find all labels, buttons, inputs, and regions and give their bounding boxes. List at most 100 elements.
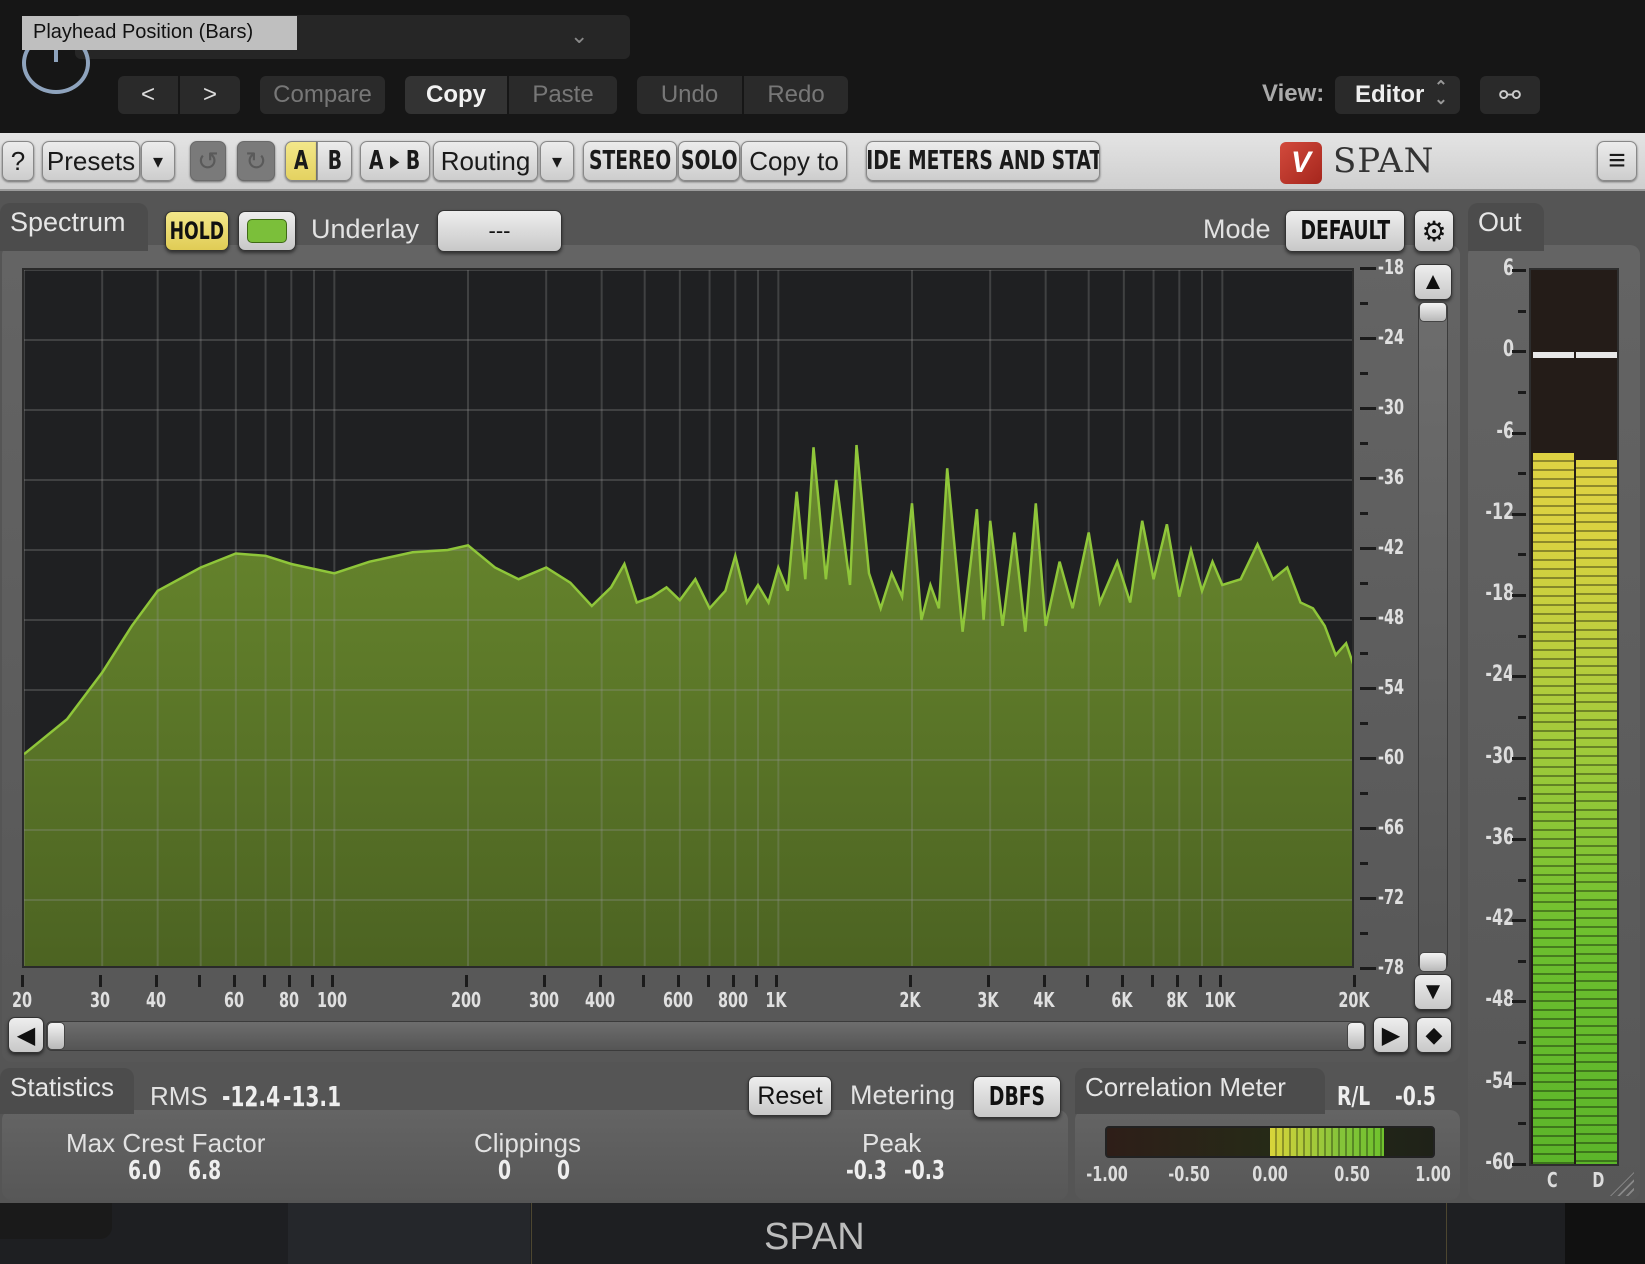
x-tick-mark bbox=[543, 975, 547, 987]
copy-to-button[interactable]: Copy to bbox=[741, 141, 847, 181]
undo-icon[interactable]: ↺ bbox=[190, 141, 226, 181]
out-meter bbox=[1529, 268, 1619, 1166]
peak-value-left: -0.3 bbox=[846, 1156, 887, 1186]
scroll-down-button[interactable]: ▼ bbox=[1414, 974, 1452, 1010]
x-tick-mark bbox=[775, 975, 779, 987]
routing-dropdown-button[interactable]: ▾ bbox=[540, 141, 574, 181]
x-tick-label: 80 bbox=[279, 988, 300, 1012]
redo-button[interactable]: Redo bbox=[744, 76, 848, 114]
mode-selector[interactable]: DEFAULT bbox=[1285, 210, 1405, 252]
out-tab[interactable]: Out bbox=[1468, 203, 1544, 251]
reset-view-button[interactable]: ◆ bbox=[1416, 1017, 1452, 1053]
vertical-scrollbar[interactable] bbox=[1418, 302, 1448, 970]
host-footer-strip bbox=[288, 1203, 530, 1264]
rms-label: RMS bbox=[150, 1081, 208, 1111]
peak-label: Peak bbox=[862, 1128, 922, 1158]
meter-channel-left bbox=[1533, 452, 1574, 1164]
rms-value-left: -12.4 bbox=[222, 1080, 281, 1113]
correlation-tab[interactable]: Correlation Meter bbox=[1075, 1068, 1325, 1114]
out-tick-label: 6 bbox=[1502, 256, 1514, 281]
statistics-tab[interactable]: Statistics bbox=[0, 1068, 134, 1114]
peak-hold-left bbox=[1533, 352, 1574, 359]
out-tick-label: -24 bbox=[1485, 662, 1514, 688]
out-tick-label: -36 bbox=[1485, 824, 1514, 850]
x-tick-mark bbox=[987, 975, 991, 987]
y-minor-tick bbox=[1360, 442, 1368, 445]
hide-meters-button[interactable]: HIDE METERS AND STATS bbox=[866, 141, 1100, 181]
out-tick-mark bbox=[1512, 350, 1526, 354]
y-tick-label: -24 bbox=[1378, 325, 1405, 349]
spectrum-color-swatch[interactable] bbox=[238, 211, 296, 251]
x-tick-label: 6K bbox=[1111, 988, 1133, 1012]
channel-label-right: D bbox=[1592, 1168, 1605, 1192]
x-tick-label: 60 bbox=[223, 988, 244, 1012]
correlation-tick-label: 1.00 bbox=[1415, 1162, 1451, 1186]
out-tick-label: -6 bbox=[1496, 418, 1514, 444]
host-divider-right bbox=[1446, 1203, 1447, 1264]
metering-selector[interactable]: DBFS bbox=[973, 1076, 1061, 1118]
chevron-down-icon: ⌄ bbox=[570, 23, 589, 48]
crest-factor-label: Max Crest Factor bbox=[66, 1128, 266, 1158]
paste-button[interactable]: Paste bbox=[509, 76, 617, 114]
out-tick-mark bbox=[1512, 675, 1526, 679]
x-tick-label: 1K bbox=[765, 988, 787, 1012]
view-label: View: bbox=[1262, 80, 1325, 107]
y-tick-label: -42 bbox=[1378, 535, 1405, 559]
menu-icon[interactable]: ≡ bbox=[1597, 141, 1637, 181]
tooltip: Playhead Position (Bars) bbox=[22, 16, 297, 50]
reset-button[interactable]: Reset bbox=[748, 1076, 832, 1116]
scroll-right-button[interactable]: ▶ bbox=[1373, 1017, 1409, 1053]
out-tick-label: 0 bbox=[1502, 337, 1514, 363]
vertical-range-top-handle[interactable] bbox=[1419, 302, 1447, 322]
hold-label: HOLD bbox=[169, 217, 225, 245]
stereo-button[interactable]: STEREO bbox=[583, 141, 677, 181]
clippings-value-left: 0 bbox=[498, 1156, 512, 1186]
x-tick-mark bbox=[99, 975, 103, 987]
x-tick-label: 600 bbox=[662, 988, 693, 1012]
hold-button[interactable]: HOLD bbox=[165, 211, 229, 251]
y-tick-mark bbox=[1360, 687, 1376, 690]
x-tick-mark bbox=[154, 975, 158, 987]
compare-button[interactable]: Compare bbox=[260, 76, 385, 114]
previous-preset-button[interactable]: < bbox=[118, 76, 178, 114]
copy-a-to-b-label: A ▸ B bbox=[369, 146, 421, 176]
y-tick-mark bbox=[1360, 407, 1376, 410]
horizontal-range-left-handle[interactable] bbox=[47, 1022, 65, 1050]
next-preset-button[interactable]: > bbox=[180, 76, 240, 114]
x-minor-tick bbox=[311, 975, 315, 987]
out-tick-mark bbox=[1512, 837, 1526, 841]
redo-icon[interactable]: ↻ bbox=[237, 141, 275, 181]
view-selector[interactable]: Editor ⌃ ⌄ bbox=[1335, 76, 1460, 114]
help-button[interactable]: ? bbox=[2, 141, 34, 181]
metering-value: DBFS bbox=[988, 1082, 1046, 1112]
y-tick-label: -72 bbox=[1378, 885, 1405, 909]
copy-button[interactable]: Copy bbox=[405, 76, 507, 114]
undo-button[interactable]: Undo bbox=[637, 76, 742, 114]
preset-a-button[interactable]: A bbox=[285, 141, 317, 181]
x-tick-label: 10K bbox=[1204, 988, 1236, 1012]
y-tick-label: -78 bbox=[1378, 955, 1405, 979]
out-tick-mark bbox=[1512, 269, 1526, 272]
scroll-up-button[interactable]: ▲ bbox=[1414, 264, 1452, 300]
routing-button[interactable]: Routing bbox=[433, 141, 538, 181]
copy-a-to-b-button[interactable]: A ▸ B bbox=[360, 141, 430, 181]
y-minor-tick bbox=[1360, 652, 1368, 655]
spectrum-display bbox=[22, 268, 1354, 968]
underlay-selector[interactable]: --- bbox=[437, 210, 562, 252]
presets-button[interactable]: Presets bbox=[42, 141, 140, 181]
link-icon[interactable]: ⚯ bbox=[1480, 76, 1540, 114]
out-minor-tick bbox=[1518, 309, 1526, 313]
correlation-tick-label: 0.50 bbox=[1333, 1162, 1370, 1186]
horizontal-scrollbar[interactable] bbox=[46, 1021, 1366, 1051]
presets-dropdown-button[interactable]: ▾ bbox=[141, 141, 175, 181]
vertical-range-bottom-handle[interactable] bbox=[1419, 952, 1447, 972]
preset-b-button[interactable]: B bbox=[317, 141, 352, 181]
gear-icon[interactable]: ⚙ bbox=[1414, 210, 1454, 252]
y-tick-mark bbox=[1360, 477, 1376, 480]
spectrum-tab[interactable]: Spectrum bbox=[0, 203, 148, 251]
scroll-left-button[interactable]: ◀ bbox=[8, 1017, 44, 1053]
solo-button[interactable]: SOLO bbox=[678, 141, 740, 181]
stereo-label: STEREO bbox=[588, 146, 672, 176]
horizontal-range-right-handle[interactable] bbox=[1347, 1022, 1365, 1050]
correlation-meter-bar bbox=[1105, 1126, 1435, 1158]
